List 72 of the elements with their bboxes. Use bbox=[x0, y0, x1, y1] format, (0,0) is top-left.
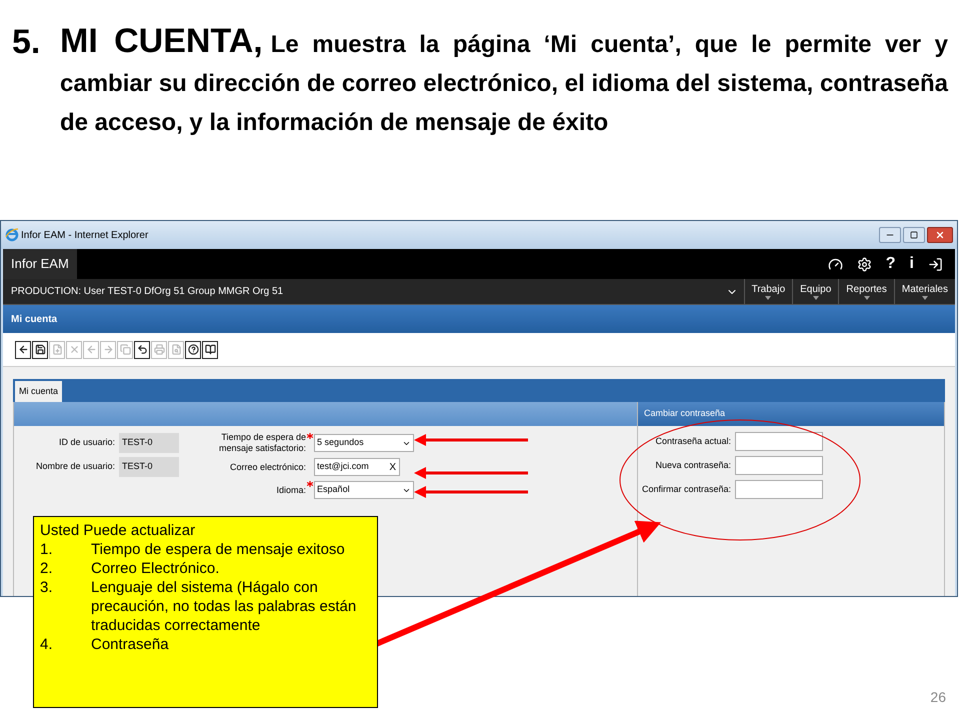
required-icon bbox=[307, 481, 314, 487]
field-label: Nombre de usuario: bbox=[36, 460, 115, 474]
page-number: 26 bbox=[930, 688, 946, 707]
new-file-icon bbox=[52, 344, 62, 355]
session-info: PRODUCTION: User TEST-0 DfOrg 51 Group MMGR Org 51 bbox=[10, 285, 284, 299]
gauge-icon[interactable] bbox=[828, 256, 843, 272]
help-glyph[interactable]: ? bbox=[886, 256, 896, 272]
maximize-icon bbox=[910, 231, 918, 239]
list-number: 3. bbox=[40, 578, 54, 598]
field-label: Correo electrónico: bbox=[230, 462, 306, 472]
copy-icon bbox=[120, 344, 130, 355]
close-icon bbox=[935, 230, 945, 240]
book-icon bbox=[204, 344, 216, 355]
list-item-text: Tiempo de espera de mensaje exitoso bbox=[91, 540, 345, 559]
menu-item[interactable]: Equipo bbox=[792, 279, 838, 304]
close-button[interactable] bbox=[927, 227, 953, 243]
back-arrow-icon bbox=[18, 344, 28, 355]
field-label: Nueva contraseña: bbox=[655, 458, 731, 472]
browser-logo-icon bbox=[5, 228, 19, 242]
save-button[interactable] bbox=[32, 340, 48, 358]
list-item-text: Contraseña bbox=[91, 635, 169, 654]
list-number: 1. bbox=[40, 540, 54, 559]
select-field[interactable]: 5 segundos bbox=[314, 434, 414, 452]
password-field[interactable] bbox=[735, 480, 823, 499]
field-label: Idioma: bbox=[276, 484, 306, 496]
slide-heading: MI CUENTA, Le muestra la página ‘Mi cuenta’, que le permite ver y cambiar su dirección de correo electrónico, el idioma del sistema, contraseña de acceso, y la información de mensaje de éxito bbox=[60, 22, 948, 138]
field-label: Contraseña actual: bbox=[655, 434, 731, 448]
settings-icon[interactable] bbox=[856, 256, 872, 272]
help-icon bbox=[188, 344, 198, 355]
caret-icon bbox=[922, 296, 928, 300]
app-name: Infor EAM bbox=[3, 249, 77, 279]
page-title: Mi cuenta bbox=[10, 312, 58, 326]
maximize-button[interactable] bbox=[903, 227, 925, 243]
panel-title: Cambiar contraseña bbox=[643, 407, 726, 420]
required-icon bbox=[307, 433, 314, 439]
field-label: Tiempo de espera de mensaje satisfactorio: bbox=[219, 432, 306, 454]
email-field[interactable]: test@jci.com X bbox=[314, 458, 400, 476]
readonly-field: TEST-0 bbox=[119, 433, 179, 453]
preview-icon bbox=[170, 344, 182, 355]
menu-item[interactable]: Trabajo bbox=[744, 279, 792, 304]
caret-icon bbox=[812, 296, 819, 300]
password-field[interactable] bbox=[735, 456, 823, 475]
save-icon bbox=[34, 344, 46, 355]
window-title: Infor EAM - Internet Explorer bbox=[21, 228, 148, 242]
readonly-field: TEST-0 bbox=[119, 457, 179, 477]
password-field[interactable] bbox=[735, 432, 823, 451]
tab[interactable]: Mi cuenta bbox=[15, 381, 62, 402]
help-button[interactable] bbox=[185, 340, 201, 358]
list-number: 2. bbox=[40, 559, 54, 578]
slide-number: 5. bbox=[12, 22, 42, 62]
caret-icon bbox=[765, 296, 772, 300]
info-glyph[interactable]: i bbox=[910, 256, 914, 272]
list-item-text: Correo Electrónico. bbox=[91, 559, 220, 578]
back-arrow-button[interactable] bbox=[15, 340, 31, 358]
list-number: 4. bbox=[40, 635, 54, 654]
undo-button[interactable] bbox=[134, 340, 150, 358]
previous-icon bbox=[86, 344, 96, 355]
undo-icon bbox=[136, 344, 148, 355]
field-label: ID de usuario: bbox=[58, 436, 115, 450]
delete-icon bbox=[68, 344, 80, 355]
next-icon bbox=[102, 344, 114, 355]
list-item-text: Lenguaje del sistema (Hágalo con precaución, no todas las palabras están traducidas correctamente bbox=[91, 578, 358, 635]
menu-item[interactable]: Reportes bbox=[838, 279, 894, 304]
select-field[interactable]: Español bbox=[314, 481, 414, 499]
menu-item[interactable]: Materiales bbox=[894, 279, 955, 304]
callout-title: Usted Puede actualizar bbox=[40, 521, 196, 540]
caret-icon bbox=[864, 296, 870, 300]
field-label: Confirmar contraseña: bbox=[642, 482, 731, 496]
book-button[interactable] bbox=[202, 340, 218, 358]
clear-glyph[interactable]: X bbox=[389, 460, 396, 474]
logout-icon[interactable] bbox=[928, 256, 943, 272]
printer-icon bbox=[154, 344, 164, 355]
